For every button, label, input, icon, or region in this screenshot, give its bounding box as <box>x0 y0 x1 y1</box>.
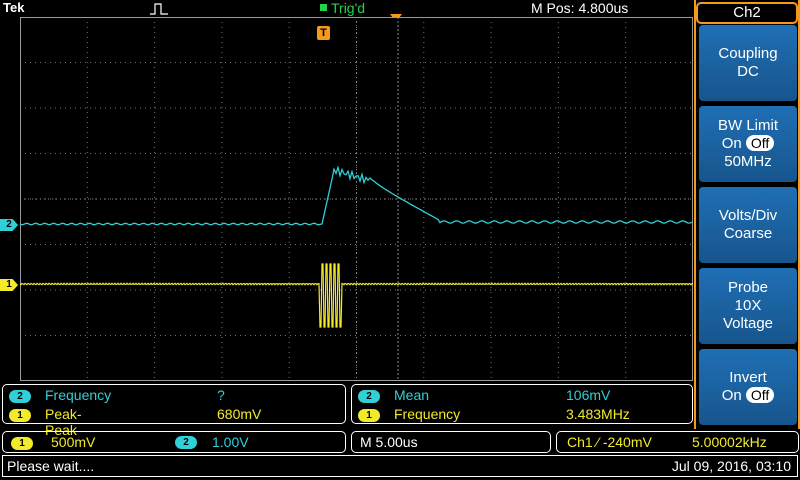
graticule <box>20 17 693 381</box>
top-bar: Tek Trig'd M Pos: 4.800us <box>0 0 694 17</box>
measurement-name: Mean <box>394 387 430 403</box>
trigger-readout: Ch1 ⁄ -240mV 5.00002kHz <box>556 431 799 453</box>
measurement-name: Frequency <box>394 406 461 422</box>
measurement-value: 680mV <box>217 406 262 422</box>
ch2-scale: 1.00V <box>212 434 249 450</box>
coupling-value: DC <box>737 63 759 80</box>
coupling-button[interactable]: Coupling DC <box>699 25 797 101</box>
measurement-name: Frequency <box>45 387 112 403</box>
trigger-level: -240mV <box>602 434 652 450</box>
trigger-source: Ch1 <box>567 434 593 450</box>
horizontal-position: M Pos: 4.800us <box>531 0 629 16</box>
side-menu: Ch2 Coupling DC BW Limit On Off 50MHz Vo… <box>694 0 800 429</box>
measurement-panel-right: 2 Mean 106mV 1 Frequency 3.483MHz <box>351 384 693 424</box>
bw-limit-button[interactable]: BW Limit On Off 50MHz <box>699 106 797 182</box>
ch2-ground-marker[interactable]: 2 <box>0 219 18 231</box>
invert-off-pill: Off <box>745 387 775 403</box>
invert-button[interactable]: Invert On Off <box>699 349 797 425</box>
trigger-frequency: 5.00002kHz <box>692 434 767 450</box>
brand-logo: Tek <box>3 0 25 15</box>
trigger-type-icon <box>150 3 168 15</box>
trigger-status: Trig'd <box>320 0 365 16</box>
bw-limit-off-pill: Off <box>745 135 775 151</box>
ch1-ground-marker[interactable]: 1 <box>0 279 18 291</box>
measurement-value: 3.483MHz <box>566 406 630 422</box>
timebase-readout: M 5.00us <box>351 431 551 453</box>
measurement-row: 1 Frequency 3.483MHz <box>358 406 630 425</box>
volts-div-label: Volts/Div <box>718 207 778 224</box>
trigger-slope-icon: ⁄ <box>596 434 599 450</box>
channel-badge: 2 <box>9 390 31 403</box>
trigger-level-marker: T <box>317 26 330 40</box>
trigger-status-icon <box>320 4 327 11</box>
invert-on: On <box>721 387 742 404</box>
bw-limit-label: BW Limit <box>718 117 778 134</box>
bw-limit-freq: 50MHz <box>724 153 772 170</box>
channel-badge: 2 <box>358 390 380 403</box>
invert-label: Invert <box>729 369 767 386</box>
probe-type: Voltage <box>722 315 774 332</box>
volts-div-value: Coarse <box>723 225 773 242</box>
probe-button[interactable]: Probe 10X Voltage <box>699 268 797 344</box>
measurement-row: 2 Mean 106mV <box>358 387 610 406</box>
coupling-label: Coupling <box>718 45 778 62</box>
ch1-badge: 1 <box>11 437 33 450</box>
ch2-badge: 2 <box>175 436 197 449</box>
bw-limit-on: On <box>721 135 742 152</box>
channel-badge: 1 <box>358 409 380 422</box>
message-bar: Please wait.... Jul 09, 2016, 03:10 <box>2 455 798 477</box>
timebase-value: M 5.00us <box>360 434 418 450</box>
waveform-display <box>20 17 693 381</box>
channel-badge: 1 <box>9 409 31 422</box>
ch1-scale: 500mV <box>51 434 96 450</box>
probe-label: Probe <box>727 279 769 296</box>
measurement-value: 106mV <box>566 387 611 403</box>
measurement-row: 1 Peak-Peak 680mV <box>9 406 261 438</box>
probe-attenuation: 10X <box>734 297 762 314</box>
vertical-scale-readout: 1 500mV 2 1.00V <box>2 431 346 453</box>
ch2-waveform <box>20 165 693 226</box>
status-message: Please wait.... <box>7 458 95 474</box>
date-time: Jul 09, 2016, 03:10 <box>671 458 791 474</box>
measurement-panel-left: 2 Frequency ? 1 Peak-Peak 680mV <box>2 384 346 438</box>
measurement-row: 2 Frequency ? <box>9 387 225 406</box>
side-menu-title: Ch2 <box>696 2 798 24</box>
trigger-status-label: Trig'd <box>331 0 366 16</box>
volts-div-button[interactable]: Volts/Div Coarse <box>699 187 797 263</box>
measurement-value: ? <box>217 387 225 403</box>
